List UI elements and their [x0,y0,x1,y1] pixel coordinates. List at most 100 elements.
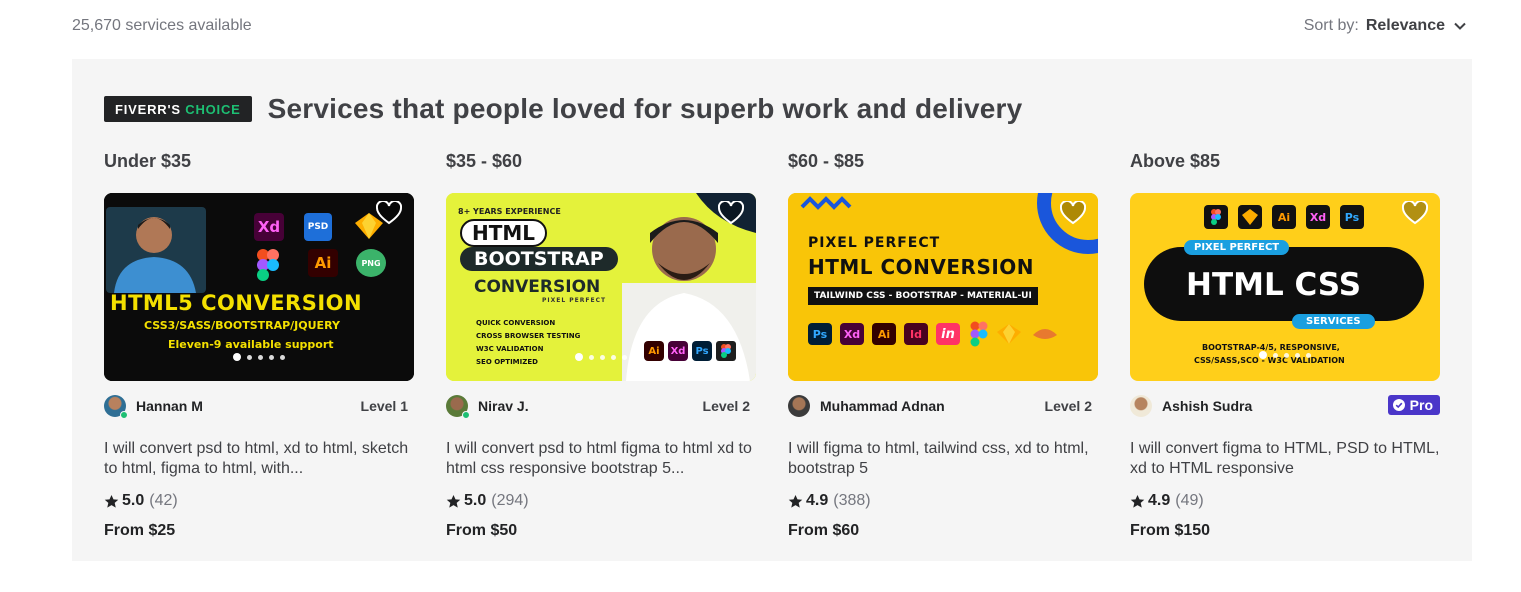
seller-name[interactable]: Nirav J. [478,398,529,414]
gig-title[interactable]: I will convert psd to html figma to html… [446,439,756,479]
thumb-pixel-label: PIXEL PERFECT [542,297,607,304]
psd-app-icon: PSD [304,213,332,241]
thumb-bullet: QUICK CONVERSION [476,319,556,327]
star-icon [446,494,461,508]
price-range-label: Above $85 [1130,151,1221,171]
id-app-icon: Id [904,323,928,345]
avatar[interactable] [788,395,810,417]
fiverrs-choice-panel: FIVERR'S CHOICE Services that people lov… [72,59,1472,561]
xd-app-icon: Xd [1306,205,1330,229]
sketch-app-icon [997,324,1021,344]
price-range-label: $35 - $60 [446,151,523,171]
badge-part-1: FIVERR'S [115,101,181,117]
price-range-label: Under $35 [104,151,192,171]
gig-column-60-85: $60 - $85 PIXEL PERFECT HTML CONVERSION … [788,151,1098,540]
rating: 4.9 (49) [1130,492,1440,510]
rating-score: 4.9 [1148,492,1171,509]
seller-info: Muhammad Adnan Level 2 [788,395,1098,417]
ai-app-icon: Ai [1272,205,1296,229]
xd-app-icon: Xd [668,341,688,361]
thumb-bullet: CROSS BROWSER TESTING [476,332,581,340]
sort-dropdown[interactable]: Sort by: Relevance [1304,17,1466,35]
thumb-headline: HTML CONVERSION [808,255,1035,279]
gig-title[interactable]: I will convert psd to html, xd to html, … [104,439,414,479]
rating-score: 5.0 [122,492,145,509]
star-icon [1130,494,1145,508]
carousel-dots[interactable] [233,353,285,361]
results-header: 25,670 services available Sort by: Relev… [72,16,1472,38]
thumb-pixel-label: PIXEL PERFECT [1184,240,1290,255]
star-icon [788,494,803,508]
thumb-html-label: HTML [460,219,548,247]
thumb-stack-bar: TAILWIND CSS - BOOTSTRAP - MATERIAL-UI [808,287,1038,305]
gig-thumbnail[interactable]: Xd PSD Ai PNG HTML5 CONVERSION CSS3/SASS… [104,193,414,381]
rating-count: (49) [1175,492,1204,509]
rating-score: 4.9 [806,492,829,509]
carousel-dots[interactable] [575,353,627,361]
carousel-dots[interactable] [1259,351,1311,359]
gig-title[interactable]: I will figma to html, tailwind css, xd t… [788,439,1098,479]
seller-name[interactable]: Hannan M [136,398,203,414]
thumb-tagline: 8+ YEARS EXPERIENCE [458,207,561,216]
online-indicator [120,411,128,419]
ai-app-icon: Ai [644,341,664,361]
choice-header: FIVERR'S CHOICE Services that people lov… [104,93,1022,125]
star-icon [104,494,119,508]
heart-icon[interactable] [718,201,744,225]
sketch-app-icon [1238,205,1262,229]
rating: 5.0 (294) [446,492,756,510]
gig-price: From $150 [1130,522,1211,539]
thumb-headline: HTML CSS [1186,267,1362,303]
services-count: 25,670 services available [72,17,252,34]
thumb-bootstrap-label: BOOTSTRAP [460,247,618,271]
gig-thumbnail[interactable]: Ai Xd Ps PIXEL PERFECT HTML CSS SERVICES… [1130,193,1440,381]
thumb-conversion-label: CONVERSION [474,277,601,297]
gig-price: From $25 [104,522,176,539]
heart-icon[interactable] [1060,201,1086,225]
seller-info: Nirav J. Level 2 [446,395,756,419]
gig-column-35-60: $35 - $60 8+ YEARS EXPERIENCE HTML BOOTS… [446,151,756,540]
gig-price: From $50 [446,522,518,539]
rating: 4.9 (388) [788,492,1098,510]
thumb-headline: HTML5 CONVERSION [110,291,363,315]
thumb-pixel-label: PIXEL PERFECT [808,235,941,251]
figma-app-icon [257,249,279,281]
heart-icon[interactable] [1402,201,1428,225]
seller-info: Ashish Sudra Pro [1130,395,1440,417]
seller-info: Hannan M Level 1 [104,395,414,419]
rating-count: (42) [149,492,178,509]
gig-column-under-35: Under $35 Xd PSD Ai PNG HTML5 CONVERSION… [104,151,414,540]
thumb-support: Eleven-9 available support [168,338,334,351]
verified-check-icon [1392,399,1405,411]
seller-level: Level 2 [1044,398,1092,414]
seller-name[interactable]: Muhammad Adnan [820,398,945,414]
ps-app-icon: Ps [1340,205,1364,229]
heart-icon[interactable] [376,201,402,225]
ps-app-icon: Ps [808,323,832,345]
gig-thumbnail[interactable]: 8+ YEARS EXPERIENCE HTML BOOTSTRAP CONVE… [446,193,756,381]
rating-count: (388) [833,492,871,509]
xd-app-icon: Xd [254,213,284,241]
rating-score: 5.0 [464,492,487,509]
gig-thumbnail[interactable]: PIXEL PERFECT HTML CONVERSION TAILWIND C… [788,193,1098,381]
chevron-down-icon [1454,22,1466,30]
gig-column-above-85: Above $85 Ai Xd Ps PIXEL PERFECT HTML CS… [1130,151,1440,540]
figma-app-icon [970,321,988,347]
gig-title[interactable]: I will convert figma to HTML, PSD to HTM… [1130,439,1440,479]
panel-title: Services that people loved for superb wo… [267,93,1023,124]
xd-app-icon: Xd [840,323,864,345]
avatar[interactable] [1130,395,1152,417]
invision-app-icon: in [936,323,960,345]
pro-badge-label: Pro [1409,397,1433,413]
rating-count: (294) [491,492,529,509]
png-app-icon: PNG [356,249,386,277]
thumb-subline: CSS3/SASS/BOOTSTRAP/JQUERY [144,319,340,332]
price-range-label: $60 - $85 [788,151,865,171]
ai-app-icon: Ai [308,249,338,277]
avatar[interactable] [104,395,128,419]
fiverrs-choice-badge: FIVERR'S CHOICE [104,96,252,122]
thumb-bullet: SEO OPTIMIZED [476,358,538,366]
rating: 5.0 (42) [104,492,414,510]
avatar[interactable] [446,395,470,419]
seller-name[interactable]: Ashish Sudra [1162,398,1252,414]
